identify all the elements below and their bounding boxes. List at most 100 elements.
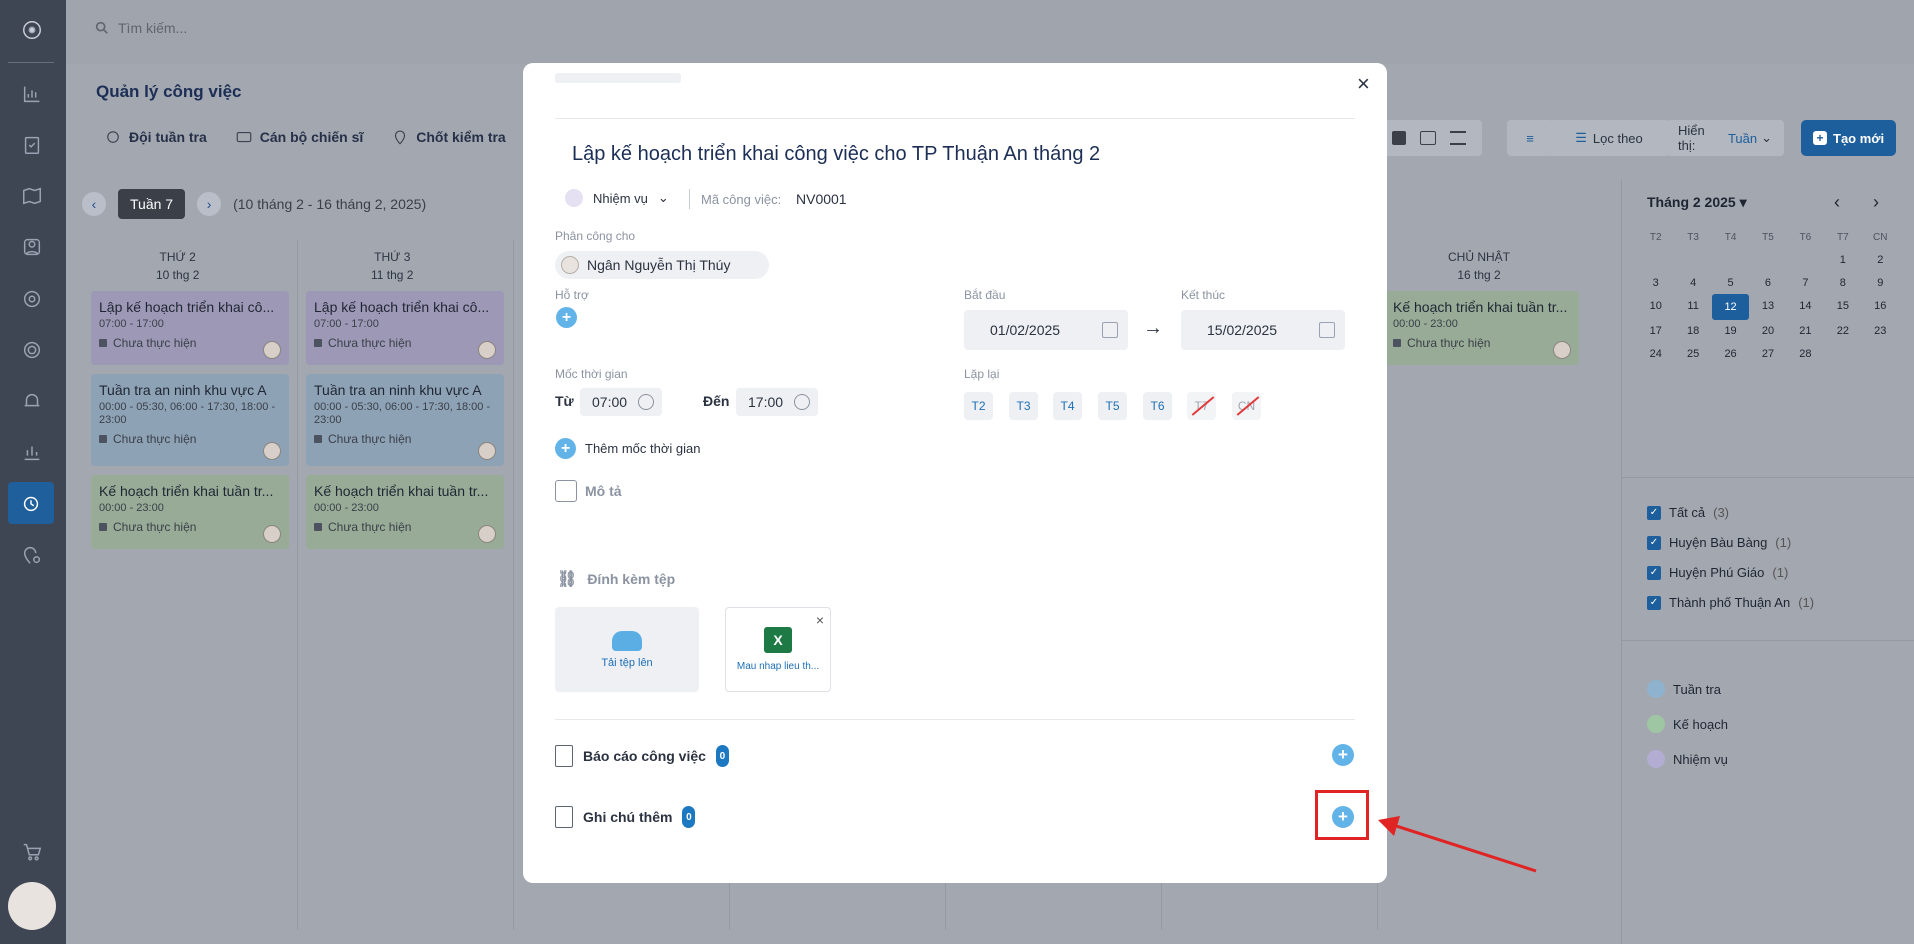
repeat-day-t7[interactable]: T7 [1187, 392, 1216, 420]
status-dot [99, 435, 107, 443]
close-icon[interactable]: × [1357, 71, 1370, 97]
filter-thuan-an[interactable]: ✓ Thành phố Thuận An (1) [1647, 595, 1814, 610]
cart-icon[interactable] [14, 834, 50, 870]
calendar-day[interactable]: 2 [1862, 254, 1899, 266]
repeat-day-t2[interactable]: T2 [964, 392, 993, 420]
calendar-day[interactable]: 8 [1824, 277, 1861, 289]
radar-icon[interactable] [14, 332, 50, 368]
calendar-day[interactable]: 10 [1637, 300, 1674, 314]
calendar-day[interactable]: 19 [1712, 325, 1749, 337]
calendar-day[interactable]: 26 [1712, 348, 1749, 360]
task-card[interactable]: Kế hoạch triển khai tuần tr... 00:00 - 23… [91, 475, 289, 549]
sort-button[interactable]: ≡ [1507, 120, 1553, 156]
next-month-button[interactable]: › [1873, 192, 1879, 213]
task-card[interactable]: Kế hoạch triển khai tuần tr... 00:00 - 23… [306, 475, 504, 549]
calendar-day[interactable]: 16 [1862, 300, 1899, 314]
calendar-day[interactable]: 20 [1749, 325, 1786, 337]
stats-icon[interactable] [14, 434, 50, 470]
create-button[interactable]: + Tạo mới [1801, 120, 1897, 156]
calendar-view-icon[interactable] [1392, 131, 1406, 145]
tab-checkpoints[interactable]: Chốt kiểm tra [391, 128, 506, 146]
clipboard-icon[interactable] [14, 127, 50, 163]
calendar-day[interactable]: 6 [1749, 277, 1786, 289]
user-group-icon[interactable] [14, 229, 50, 265]
assign-label: Phân công cho [555, 229, 636, 243]
task-card[interactable]: Tuần tra an ninh khu vực A 00:00 - 05:30,… [91, 374, 289, 466]
search-bar[interactable]: Tìm kiếm... [94, 20, 187, 36]
remove-file-icon[interactable]: × [816, 612, 824, 628]
calendar-day[interactable]: 23 [1862, 325, 1899, 337]
map-icon[interactable] [14, 178, 50, 214]
filter-bau-bang[interactable]: ✓ Huyện Bàu Bàng (1) [1647, 535, 1791, 550]
checkbox[interactable]: ✓ [1647, 535, 1661, 550]
calendar-day[interactable]: 5 [1712, 277, 1749, 289]
from-time-input[interactable]: 07:00 [580, 388, 662, 416]
repeat-day-cn[interactable]: CN [1232, 392, 1261, 420]
task-icon[interactable] [8, 482, 54, 524]
calendar-day[interactable]: 11 [1674, 300, 1711, 314]
view-mode-group[interactable] [1376, 120, 1482, 156]
add-milestone-button[interactable]: + Thêm mốc thời gian [555, 438, 700, 459]
calendar-day[interactable]: 13 [1749, 300, 1786, 314]
task-title[interactable]: Lập kế hoạch triển khai công việc cho TP… [572, 143, 1100, 166]
description-field[interactable]: Mô tả [555, 480, 622, 502]
calendar-day[interactable]: 27 [1749, 348, 1786, 360]
filter-all[interactable]: ✓ Tất cả (3) [1647, 505, 1729, 520]
tab-patrol-team[interactable]: Đội tuần tra [104, 128, 207, 146]
task-card[interactable]: Kế hoạch triển khai tuần tr... 00:00 - 23… [1385, 291, 1579, 365]
filter-phu-giao[interactable]: ✓ Huyện Phú Giáo (1) [1647, 565, 1788, 580]
calendar-day[interactable]: 24 [1637, 348, 1674, 360]
attached-file[interactable]: × X Mau nhap lieu th... [725, 607, 831, 692]
calendar-day[interactable]: 4 [1674, 277, 1711, 289]
task-card[interactable]: Lập kế hoạch triển khai cô... 07:00 - 17:… [91, 291, 289, 365]
display-select[interactable]: Hiển thị: Tuần ⌄ [1666, 120, 1784, 156]
end-date-input[interactable]: 15/02/2025 [1181, 310, 1345, 350]
calendar-day[interactable]: 21 [1787, 325, 1824, 337]
assignee-chip[interactable]: Ngân Nguyễn Thị Thúy [555, 251, 769, 279]
calendar-day[interactable]: 1 [1824, 254, 1861, 266]
task-type-select[interactable]: Nhiệm vụ ⌄ [565, 189, 669, 207]
upload-button[interactable]: Tải tệp lên [555, 607, 699, 692]
checkbox[interactable]: ✓ [1647, 595, 1661, 610]
chart-icon[interactable] [14, 76, 50, 112]
repeat-day-t3[interactable]: T3 [1009, 392, 1038, 420]
to-time-input[interactable]: 17:00 [736, 388, 818, 416]
task-card[interactable]: Lập kế hoạch triển khai cô... 07:00 - 17:… [306, 291, 504, 365]
column-header-sun: CHỦ NHẬT 16 thg 2 [1448, 250, 1510, 282]
gear-icon[interactable] [14, 281, 50, 317]
calendar-day[interactable]: 15 [1824, 300, 1861, 314]
view-tabs: Đội tuần tra Cán bộ chiến sĩ Chốt kiểm t… [104, 128, 506, 146]
calendar-day[interactable]: 12 [1711, 294, 1750, 320]
repeat-day-t6[interactable]: T6 [1143, 392, 1172, 420]
calendar-day[interactable]: 3 [1637, 277, 1674, 289]
add-support-button[interactable]: + [556, 307, 577, 328]
calendar-day[interactable]: 28 [1787, 348, 1824, 360]
start-date-input[interactable]: 01/02/2025 [964, 310, 1128, 350]
calendar-day[interactable]: 14 [1787, 300, 1824, 314]
list-view-icon[interactable] [1450, 131, 1466, 145]
calendar-day[interactable]: 25 [1674, 348, 1711, 360]
location-settings-icon[interactable] [14, 537, 50, 573]
tab-officers[interactable]: Cán bộ chiến sĩ [235, 128, 363, 146]
checkbox[interactable]: ✓ [1647, 505, 1661, 520]
calendar-day[interactable]: 22 [1824, 325, 1861, 337]
add-report-button[interactable]: + [1332, 744, 1354, 766]
calendar-day[interactable]: 9 [1862, 277, 1899, 289]
filter-button[interactable]: ☰ Lọc theo [1549, 120, 1669, 156]
map-view-icon[interactable] [1420, 131, 1436, 145]
prev-week-button[interactable]: ‹ [82, 192, 106, 216]
repeat-day-t4[interactable]: T4 [1053, 392, 1082, 420]
search-input[interactable]: Tìm kiếm... [118, 20, 187, 36]
calendar-month[interactable]: Tháng 2 2025 ▾ [1647, 194, 1747, 211]
logo-icon[interactable] [14, 12, 50, 48]
repeat-day-t5[interactable]: T5 [1098, 392, 1127, 420]
checkbox[interactable]: ✓ [1647, 565, 1661, 580]
prev-month-button[interactable]: ‹ [1834, 192, 1840, 213]
alarm-icon[interactable] [14, 383, 50, 419]
avatar[interactable] [8, 882, 56, 930]
calendar-day[interactable]: 18 [1674, 325, 1711, 337]
calendar-day[interactable]: 17 [1637, 325, 1674, 337]
calendar-day[interactable]: 7 [1787, 277, 1824, 289]
next-week-button[interactable]: › [197, 192, 222, 216]
task-card[interactable]: Tuần tra an ninh khu vực A 00:00 - 05:30,… [306, 374, 504, 466]
